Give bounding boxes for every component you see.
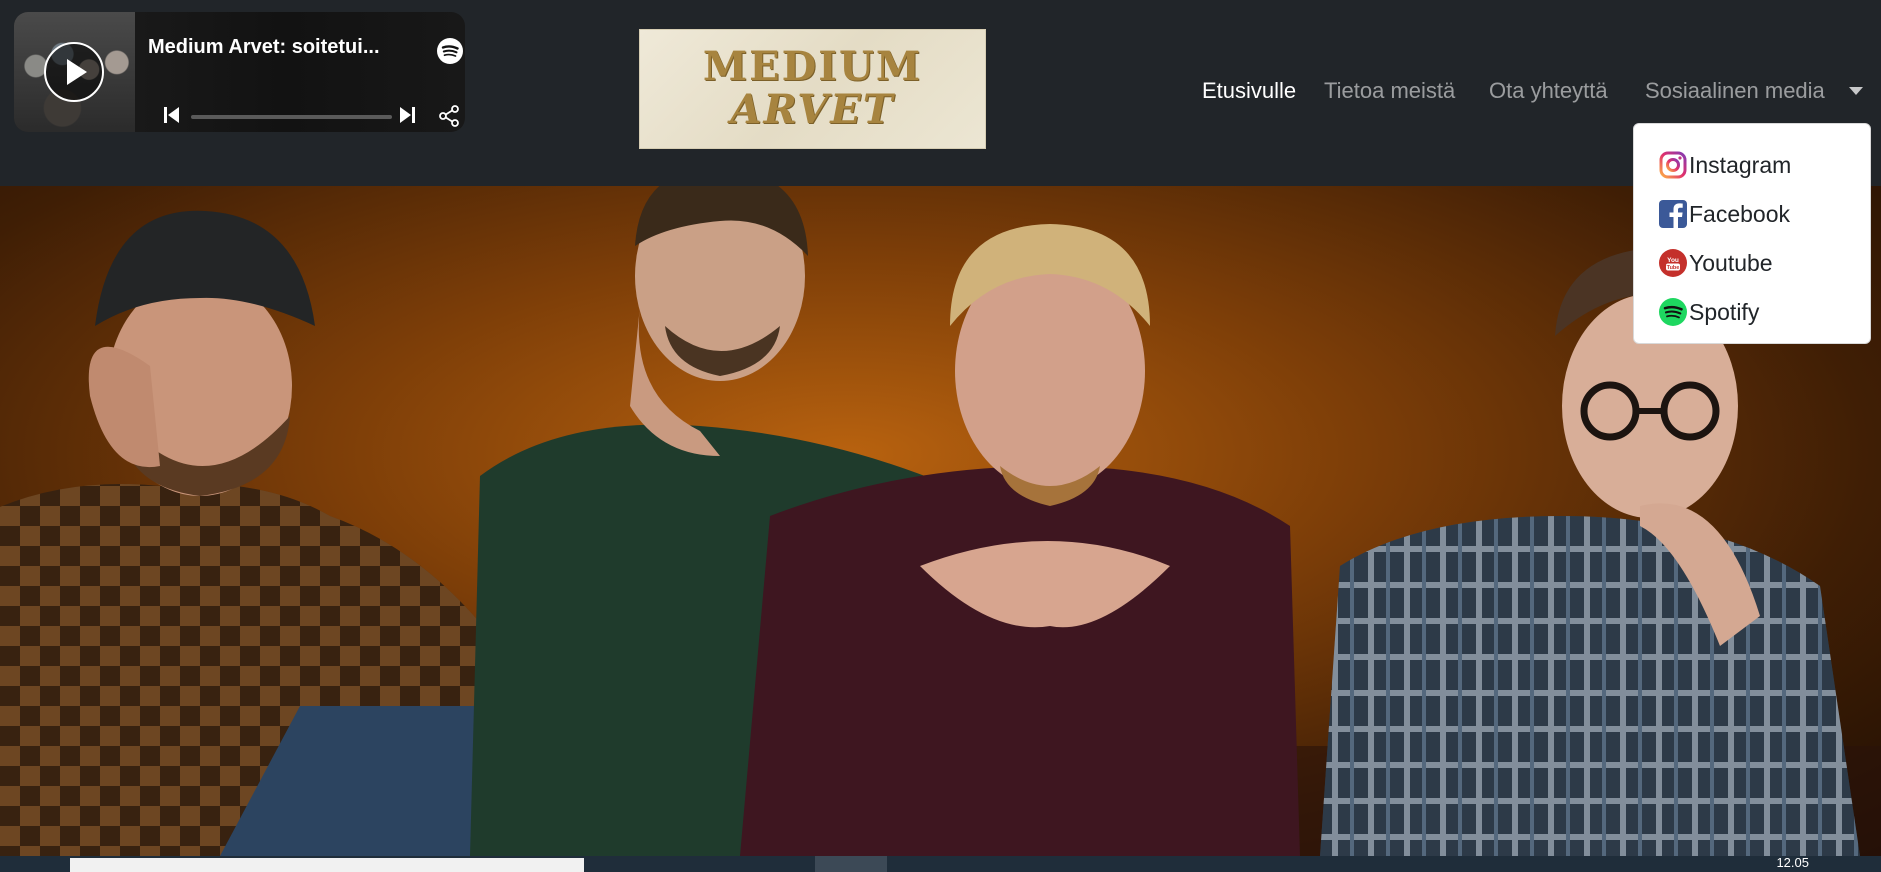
spotify-logo-icon[interactable] <box>436 37 464 65</box>
dropdown-item-label: Spotify <box>1689 298 1760 325</box>
dropdown-item-instagram[interactable]: Instagram <box>1658 148 1791 182</box>
instagram-icon <box>1659 151 1687 179</box>
social-media-dropdown: Instagram Facebook You Tube Youtube Spot… <box>1633 123 1871 344</box>
band-logo[interactable]: MEDIUM ARVET <box>639 29 986 149</box>
taskbar-active-app[interactable] <box>815 856 887 872</box>
taskbar-clock: 12.05 <box>1776 855 1809 870</box>
hero-band-photo <box>0 186 1881 856</box>
progress-bar[interactable] <box>191 115 392 119</box>
band-member-3 <box>740 224 1300 856</box>
previous-track-icon[interactable] <box>164 106 180 124</box>
site-header: Medium Arvet: soitetui... MEDIUM ARVET E… <box>0 0 1881 344</box>
next-track-icon[interactable] <box>399 106 415 124</box>
svg-text:You: You <box>1667 257 1679 264</box>
svg-text:Tube: Tube <box>1667 265 1680 271</box>
nav-link-social-media[interactable]: Sosiaalinen media <box>1645 77 1825 105</box>
os-taskbar: 12.05 <box>0 856 1881 872</box>
chevron-down-icon[interactable] <box>1849 87 1863 95</box>
dropdown-item-label: Facebook <box>1689 200 1791 227</box>
play-button[interactable] <box>44 42 104 102</box>
nav-link-contact[interactable]: Ota yhteyttä <box>1489 77 1608 105</box>
share-icon[interactable] <box>437 104 461 128</box>
spotify-embed-player: Medium Arvet: soitetui... <box>14 12 465 132</box>
band-photo-illustration <box>0 186 1881 856</box>
taskbar-window-preview[interactable] <box>70 858 584 872</box>
page: Medium Arvet: soitetui... MEDIUM ARVET E… <box>0 0 1881 872</box>
facebook-icon <box>1659 200 1687 228</box>
dropdown-item-youtube[interactable]: You Tube Youtube <box>1658 246 1773 280</box>
logo-line-1: MEDIUM <box>702 43 923 90</box>
play-icon <box>66 59 87 85</box>
dropdown-item-label: Youtube <box>1689 249 1773 276</box>
track-title[interactable]: Medium Arvet: soitetui... <box>148 36 408 59</box>
spotify-icon <box>1659 298 1687 326</box>
logo-line-2: ARVET <box>730 86 895 133</box>
nav-link-about[interactable]: Tietoa meistä <box>1324 77 1455 105</box>
dropdown-item-label: Instagram <box>1689 151 1792 178</box>
dropdown-item-spotify[interactable]: Spotify <box>1658 295 1759 329</box>
youtube-icon: You Tube <box>1659 249 1687 277</box>
nav-link-home[interactable]: Etusivulle <box>1202 77 1296 105</box>
dropdown-item-facebook[interactable]: Facebook <box>1658 197 1790 231</box>
